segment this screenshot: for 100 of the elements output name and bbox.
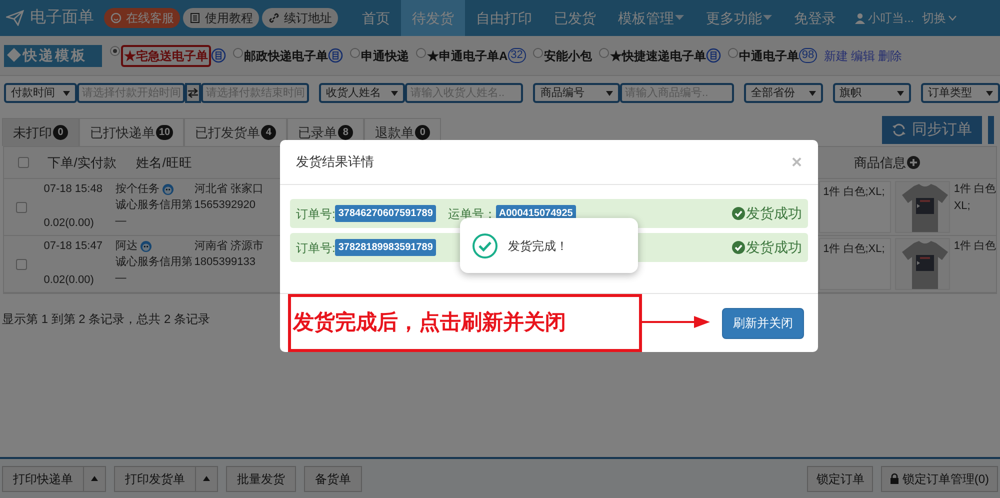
template-link[interactable]: 编辑: [851, 46, 876, 64]
product-spec: 1件 白色;XL;: [823, 186, 885, 198]
toolbar-button[interactable]: 批量发货: [226, 466, 296, 492]
dash-text: —: [115, 271, 128, 286]
dropdown[interactable]: 全部省份: [744, 83, 823, 103]
chat-bubble-icon[interactable]: [140, 240, 152, 252]
count-badge: 8: [338, 125, 354, 140]
order-label: 订单号:: [296, 206, 336, 222]
product-spec: 1件 白色;XL;: [823, 243, 885, 255]
chat-bubble-icon[interactable]: [162, 183, 174, 195]
tab[interactable]: 未打印 0: [2, 118, 79, 146]
count-badge: 4: [261, 125, 276, 140]
tab[interactable]: 已打发货单 4: [184, 118, 288, 146]
toolbar-button[interactable]: 打印发货单: [114, 466, 196, 492]
count-badge: 98: [798, 48, 818, 63]
caret-icon: [897, 90, 904, 96]
caret-up-icon[interactable]: [196, 466, 218, 492]
template-option[interactable]: ★宅急送电子单: [121, 44, 211, 66]
refresh-icon: [892, 123, 906, 137]
annotation-callout: 发货完成后，点击刷新并关闭: [288, 294, 642, 352]
count-badge: 32: [508, 48, 526, 63]
product-spec: XL;: [954, 198, 972, 214]
section-label: ◆快递模板: [4, 44, 102, 66]
tab[interactable]: 已打快递单 10: [79, 118, 184, 146]
arrow-icon: [642, 315, 710, 329]
template-option[interactable]: 邮政快递电子单: [244, 46, 328, 64]
dropdown[interactable]: 商品编号: [533, 83, 620, 103]
document-icon: [189, 12, 201, 24]
column-header: 下单/实付款: [46, 154, 118, 172]
sync-orders-button[interactable]: 同步订单: [882, 116, 982, 144]
add-circle-icon[interactable]: [907, 156, 920, 169]
toolbar-button[interactable]: 锁定订单管理(0): [881, 466, 998, 492]
order-number: 37828189983591789: [335, 239, 436, 256]
template-link[interactable]: 删除: [878, 46, 902, 64]
column-header: 姓名/旺旺: [135, 154, 193, 172]
radio-button[interactable]: [532, 48, 543, 58]
toolbar-button[interactable]: 锁定订单: [807, 466, 874, 492]
status-text: 发货成功: [746, 238, 802, 257]
check-circle-icon: [472, 232, 498, 258]
user-icon: [855, 12, 865, 24]
user-menu[interactable]: 小叮当...: [855, 9, 914, 27]
toolbar-button[interactable]: [988, 116, 994, 144]
dropdown-value: 订单类型: [928, 86, 972, 101]
template-link[interactable]: 新建: [824, 46, 848, 64]
template-option[interactable]: 中通电子单: [738, 46, 799, 64]
address-text: 河南省 济源市: [194, 238, 264, 254]
phone-text: 1565392920: [194, 198, 256, 213]
product-spec: 1件 白色: [954, 182, 996, 197]
count-badge: 0: [415, 125, 430, 140]
toolbar-button[interactable]: 打印快递单: [2, 466, 84, 492]
caret-up-icon[interactable]: [84, 466, 106, 492]
radio-button[interactable]: [728, 48, 738, 58]
paid-amount: 0.02(0.00): [44, 216, 95, 230]
dropdown-value: 全部省份: [750, 86, 795, 101]
list-icon: [706, 48, 721, 63]
refresh-close-button[interactable]: 刷新并关闭: [722, 308, 804, 338]
caret-icon: [391, 90, 398, 96]
toolbar-button[interactable]: 备货单: [304, 466, 362, 492]
radio-button[interactable]: [598, 48, 609, 58]
caret-icon: [606, 90, 614, 96]
credit-text: 诚心服务信用第: [115, 254, 192, 270]
dropdown[interactable]: 订单类型: [921, 83, 1000, 103]
checkbox[interactable]: [18, 157, 28, 168]
checkbox[interactable]: [16, 258, 27, 270]
app-title: 电子面单: [30, 8, 94, 28]
checkbox[interactable]: [16, 202, 27, 212]
radio-button[interactable]: [416, 48, 426, 58]
count-badge: 0: [53, 125, 68, 140]
template-option[interactable]: ★申通电子单A: [427, 46, 508, 64]
list-icon: [328, 48, 343, 63]
switch-link[interactable]: 切换: [922, 9, 958, 27]
caret-icon: [808, 90, 816, 96]
swap-icon[interactable]: [184, 83, 201, 103]
dropdown[interactable]: 收货人姓名: [318, 83, 406, 103]
dropdown-value: 收货人姓名: [326, 86, 381, 101]
caret-icon: [62, 90, 70, 96]
status-text: 发货成功: [746, 204, 802, 223]
order-number: 37846270607591789: [335, 205, 436, 222]
order-time: 07-18 15:47: [44, 239, 104, 254]
template-option[interactable]: 安能小包: [544, 46, 592, 64]
nav-pill-link[interactable]: 续订地址: [262, 8, 338, 28]
dropdown-value: 商品编号: [540, 86, 584, 101]
nav-pill-link[interactable]: 在线客服: [104, 8, 180, 28]
dropdown[interactable]: 付款时间: [4, 83, 77, 103]
buyer-name: 按个任务: [115, 182, 160, 197]
nav-pill-link[interactable]: 使用教程: [183, 8, 259, 28]
template-option[interactable]: ★快捷速递电子单: [610, 46, 706, 64]
dropdown[interactable]: 旗帜: [832, 83, 912, 103]
template-option[interactable]: 申通快递: [361, 46, 409, 64]
radio-button[interactable]: [233, 48, 243, 58]
pagination-summary: 显示第 1 到第 2 条记录，总共 2 条记录: [2, 311, 210, 328]
order-time: 07-18 15:48: [44, 182, 104, 197]
caret-icon: [986, 90, 994, 96]
dropdown-value: 付款时间: [11, 86, 55, 101]
dash-text: —: [115, 214, 128, 229]
radio-button[interactable]: [350, 48, 360, 58]
paid-amount: 0.02(0.00): [44, 272, 95, 288]
product-spec: 1件 白色: [954, 239, 996, 254]
link-icon: [268, 12, 280, 24]
radio-button[interactable]: [110, 46, 120, 56]
